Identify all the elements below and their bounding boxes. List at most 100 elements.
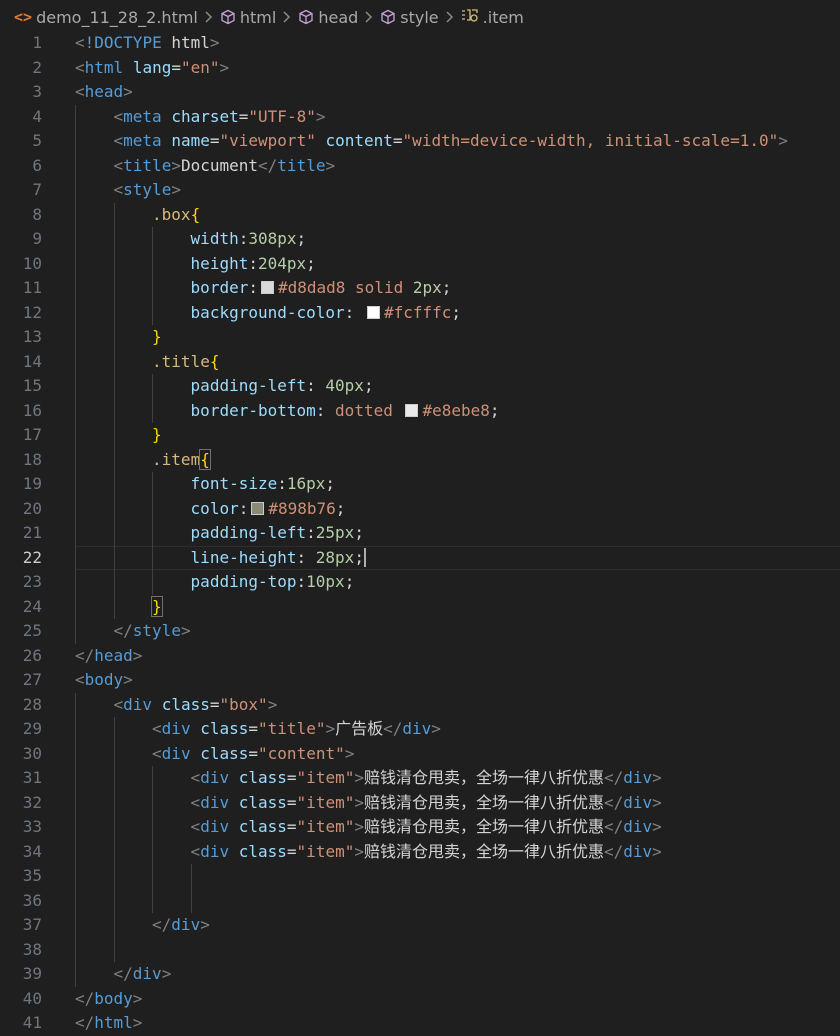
indent-guide [152,398,154,423]
indent-guide [113,202,115,227]
code-token: div [200,792,230,812]
code-line[interactable]: 24} [0,594,840,619]
breadcrumb-item-html[interactable]: html [220,5,276,29]
code-line[interactable]: 37 </div> [0,913,840,938]
code-line[interactable]: 27 <body> [0,668,840,693]
code-line[interactable]: 26 </head> [0,644,840,669]
code-line[interactable]: 7 <style> [0,178,840,203]
code-line[interactable]: 3 <head> [0,80,840,105]
breadcrumb-file[interactable]: <> demo_11_28_2.html [14,5,198,29]
code-text: } [152,423,162,448]
indent-guide [75,227,76,252]
indent-guide [75,937,76,962]
code-token: ; [354,523,364,542]
line-number: 25 [22,621,42,640]
code-token: .box [152,204,191,224]
code-text: <div class="content"> [152,742,354,767]
code-line[interactable]: 30 <div class="content"> [0,741,840,767]
code-token: = [286,817,297,836]
code-line[interactable]: 35 [0,864,840,889]
code-line[interactable]: 25 </style> [0,619,840,644]
code-line[interactable]: 21 padding-left:25px; [0,521,840,546]
code-line[interactable]: 15 padding-left: 40px; [0,374,840,399]
color-swatch[interactable] [251,501,265,515]
code-token: < [190,792,201,812]
code-line[interactable]: 4 <meta charset="UTF-8"> [0,104,840,129]
code-line[interactable]: 29 <div class="title">广告板</div> [0,717,840,742]
code-line[interactable]: 41 </html> [0,1011,840,1036]
code-line[interactable]: 17} [0,423,840,448]
code-line[interactable]: 6 <title>Document</title> [0,153,840,178]
code-text: padding-left: 40px; [191,374,374,399]
code-line[interactable]: 5 <meta name="viewport" content="width=de… [0,129,840,154]
code-token: 赔钱清仓甩卖，全场一律八折优惠 [363,841,604,861]
breadcrumb-item-head[interactable]: head [298,5,358,29]
code-line[interactable]: 10 height:204px; [0,251,840,276]
code-token: ; [325,474,336,493]
code-line[interactable]: 14 .title{ [0,349,840,374]
code-text: </style> [114,619,191,644]
code-text: <div class="item">赔钱清仓甩卖，全场一律八折优惠</div> [191,840,662,865]
code-line[interactable]: 38 [0,937,840,962]
indent-guide [75,839,76,864]
code-editor[interactable]: 1 <!DOCTYPE html> 2 <html lang="en"> 3 <head>… [0,31,840,1036]
code-token: : [248,253,258,273]
indent-guide [75,790,76,815]
code-token: > [132,988,143,1008]
code-token: : [315,400,336,420]
indent-guide [113,766,115,791]
code-token: > [219,57,230,77]
code-line[interactable]: 34 <div class="item">赔钱清仓甩卖，全场一律八折优惠</div… [0,839,840,865]
indent-guide [75,913,76,938]
code-line[interactable]: 28 <div class="box"> [0,692,840,717]
line-number: 4 [32,106,42,126]
code-line[interactable]: 16 border-bottom: dotted #e8ebe8; [0,398,840,423]
code-text: </div> [114,962,172,987]
code-token: class [238,817,287,836]
code-line[interactable]: 11 border: #d8dad8 solid 2px; [0,276,840,301]
code-token: 204px [257,253,307,273]
indent-guide [75,766,76,791]
code-text: </div> [152,913,210,938]
code-line[interactable]: 22 line-height: 28px; [0,545,840,570]
code-line[interactable]: 12 background-color: #fcfffc; [0,300,840,325]
code-token: ; [335,498,346,518]
code-line[interactable]: 33 <div class="item">赔钱清仓甩卖，全场一律八折优惠</div… [0,815,840,840]
code-token: > [344,743,355,763]
code-line[interactable]: 32 <div class="item">赔钱清仓甩卖，全场一律八折优惠</div… [0,790,840,815]
code-line[interactable]: 2 <html lang="en"> [0,56,840,81]
breadcrumb-item-style[interactable]: style [380,5,439,29]
code-line[interactable]: 8 .box{ [0,202,840,227]
color-swatch[interactable] [260,281,274,294]
code-line[interactable]: 36 [0,888,840,913]
code-token: ; [363,376,374,395]
code-line[interactable]: 1 <!DOCTYPE html> [0,31,840,56]
code-text: border: #d8dad8 solid 2px; [191,276,452,301]
code-token: ; [344,572,355,591]
code-line[interactable]: 20 color: #898b76; [0,496,840,521]
indent-guide [152,815,154,840]
code-line[interactable]: 19 font-size:16px; [0,472,840,497]
code-token: title [123,155,172,175]
code-token: border [190,278,249,297]
code-line[interactable]: 9 width:308px; [0,227,840,252]
code-line[interactable]: 39 </div> [0,962,840,987]
code-line[interactable]: 18 .item{ [0,447,840,472]
color-swatch[interactable] [366,305,380,319]
breadcrumb-item-selector[interactable]: .item [461,5,524,29]
line-number: 40 [22,988,42,1008]
code-token: = [286,841,297,861]
indent-guide [113,937,115,962]
code-token: > [132,645,143,665]
line-number: 31 [22,768,42,787]
color-swatch[interactable] [405,403,419,417]
code-token: padding-left [190,376,307,395]
code-line[interactable]: 13} [0,325,840,350]
code-line[interactable]: 40 </body> [0,987,840,1012]
code-token: body [84,670,124,689]
code-line[interactable]: 23 padding-top:10px; [0,570,840,595]
code-line[interactable]: 31 <div class="item">赔钱清仓甩卖，全场一律八折优惠</div… [0,766,840,791]
text-cursor [363,547,366,567]
code-token: charset [171,106,239,126]
